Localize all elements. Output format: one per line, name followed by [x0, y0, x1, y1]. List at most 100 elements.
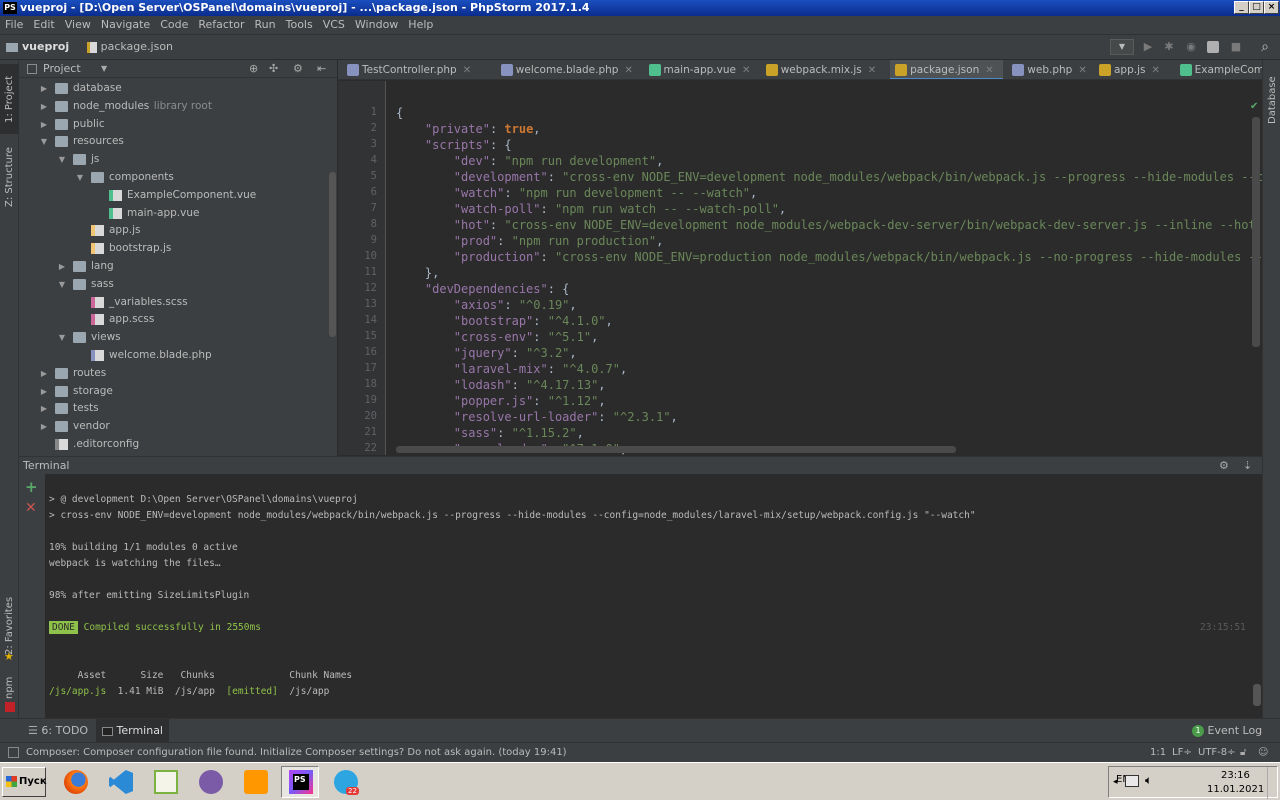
caret-position[interactable]: 1:1 [1150, 743, 1166, 762]
minimize-button[interactable]: _ [1234, 1, 1249, 14]
line-separator[interactable]: LF÷ [1172, 743, 1192, 762]
tree-item[interactable]: ▶ vendor [19, 418, 329, 436]
tree-item[interactable]: main-app.vue [19, 205, 329, 223]
event-log-tool-tab[interactable]: 1 Event Log [1192, 719, 1262, 743]
collapsed-arrow-icon[interactable]: ▶ [39, 116, 49, 134]
terminal-output[interactable]: > @ development D:\Open Server\OSPanel\d… [45, 474, 1262, 718]
status-message[interactable]: Composer: Composer configuration file fo… [26, 743, 567, 762]
close-tab-icon[interactable]: ✕ [985, 65, 993, 76]
tree-item[interactable]: ▼ js [19, 151, 329, 169]
hide-terminal-icon[interactable]: ⇣ [1243, 457, 1252, 474]
menu-edit[interactable]: Edit [28, 16, 59, 34]
tree-item[interactable]: .editorconfig [19, 436, 329, 454]
tree-item[interactable]: ▼ components [19, 169, 329, 187]
close-tab-icon[interactable]: ✕ [1152, 65, 1160, 76]
npm-tool-tab[interactable]: npm [0, 674, 19, 702]
menu-file[interactable]: File [0, 16, 28, 34]
new-session-icon[interactable]: + [25, 478, 38, 496]
toggle-tool-windows-icon[interactable] [8, 747, 19, 758]
editor-tab[interactable]: app.js ✕ [1094, 60, 1171, 79]
tree-item[interactable]: ▼ views [19, 329, 329, 347]
clock-time[interactable]: 23:16 [1221, 770, 1250, 781]
tree-item[interactable]: ▼ resources [19, 133, 329, 151]
todo-tool-tab[interactable]: ☰ 6: TODO [28, 719, 88, 743]
structure-tool-tab[interactable]: Z: Structure [0, 144, 19, 210]
debug-icon[interactable]: ✱ [1162, 40, 1176, 54]
show-desktop-button[interactable] [1267, 767, 1277, 799]
editor-tab[interactable]: main-app.vue ✕ [644, 60, 757, 79]
editor-tab[interactable]: webpack.mix.js ✕ [761, 60, 886, 79]
collapsed-arrow-icon[interactable]: ▶ [39, 80, 49, 98]
editor-tab[interactable]: web.php ✕ [1007, 60, 1090, 79]
editor-tab[interactable]: package.json ✕ [890, 60, 1004, 79]
tree-item[interactable]: app.scss [19, 311, 329, 329]
volume-icon[interactable]: 🔈︎ [1145, 773, 1152, 788]
tree-item[interactable]: ▶ routes [19, 365, 329, 383]
collapsed-arrow-icon[interactable]: ▶ [39, 383, 49, 401]
tree-item[interactable]: ▶ lang [19, 258, 329, 276]
menu-window[interactable]: Window [350, 16, 403, 34]
taskbar-firefox[interactable] [56, 766, 94, 798]
tree-item[interactable]: ▶ node_modules library root [19, 98, 329, 116]
run-icon[interactable]: ▶ [1141, 40, 1155, 54]
project-tool-tab[interactable]: 1: Project [0, 64, 19, 134]
maximize-button[interactable]: □ [1249, 1, 1264, 14]
code-editor[interactable]: 1 2 3 4 5 6 7 8 9 10 11 12 13 14 15 16 17 18 19 20 21 22 { "p… [338, 81, 1262, 455]
editor-vertical-scrollbar[interactable] [1252, 117, 1260, 347]
breadcrumb-project[interactable]: vueproj [6, 35, 69, 59]
collapse-all-icon[interactable]: ✣ [269, 60, 278, 78]
close-tab-icon[interactable]: ✕ [624, 65, 632, 76]
tree-item[interactable]: _variables.scss [19, 294, 329, 312]
tree-item[interactable]: ExampleComponent.vue [19, 187, 329, 205]
taskbar-openserver[interactable] [191, 766, 229, 798]
menu-code[interactable]: Code [155, 16, 193, 34]
php-listen-icon[interactable] [1207, 41, 1219, 53]
close-tab-icon[interactable]: ✕ [868, 65, 876, 76]
close-session-icon[interactable]: ✕ [25, 500, 37, 516]
editor-tab[interactable]: welcome.blade.php ✕ [496, 60, 640, 79]
menu-view[interactable]: View [60, 16, 96, 34]
tree-item[interactable]: ▶ database [19, 80, 329, 98]
menu-navigate[interactable]: Navigate [96, 16, 155, 34]
collapsed-arrow-icon[interactable]: ▶ [57, 258, 67, 276]
expanded-arrow-icon[interactable]: ▼ [39, 133, 49, 151]
collapsed-arrow-icon[interactable]: ▶ [39, 400, 49, 418]
gear-icon[interactable]: ⚙ [293, 60, 303, 78]
close-tab-icon[interactable]: ✕ [742, 65, 750, 76]
taskbar-telegram[interactable]: 22 [326, 766, 364, 798]
network-icon[interactable] [1125, 775, 1139, 787]
tree-item[interactable]: bootstrap.js [19, 240, 329, 258]
stop-icon[interactable]: ■ [1229, 40, 1243, 54]
expanded-arrow-icon[interactable]: ▼ [75, 169, 85, 187]
tree-item[interactable]: ▶ storage [19, 383, 329, 401]
expanded-arrow-icon[interactable]: ▼ [57, 276, 67, 294]
breadcrumb-file[interactable]: package.json [86, 35, 173, 59]
tray-expand-icon[interactable]: ◂ [1113, 777, 1118, 787]
close-window-button[interactable]: × [1264, 1, 1279, 14]
chevron-down-icon[interactable]: ▼ [101, 60, 107, 78]
collapsed-arrow-icon[interactable]: ▶ [39, 365, 49, 383]
taskbar-phpstorm[interactable]: PS [281, 766, 319, 798]
terminal-scrollbar[interactable] [1253, 684, 1261, 706]
taskbar-sublime[interactable] [236, 766, 274, 798]
inspector-icon[interactable]: ☺ [1258, 743, 1268, 762]
run-config-dropdown[interactable]: ▼ [1110, 39, 1134, 55]
expanded-arrow-icon[interactable]: ▼ [57, 329, 67, 347]
editor-tab[interactable]: TestController.php ✕ [342, 60, 492, 79]
coverage-icon[interactable]: ◉ [1184, 40, 1198, 54]
project-scrollbar[interactable] [329, 172, 336, 337]
search-everywhere-icon[interactable]: ⌕ [1258, 40, 1272, 54]
project-view-label[interactable]: Project [43, 60, 81, 78]
file-encoding[interactable]: UTF-8÷ [1198, 743, 1236, 762]
menu-help[interactable]: Help [403, 16, 438, 34]
tree-item[interactable]: ▶ public [19, 116, 329, 134]
taskbar-vscode[interactable] [101, 766, 139, 798]
scroll-from-source-icon[interactable]: ⊕ [249, 60, 258, 78]
menu-refactor[interactable]: Refactor [193, 16, 249, 34]
terminal-tool-tab[interactable]: Terminal [96, 719, 169, 743]
menu-tools[interactable]: Tools [281, 16, 318, 34]
close-tab-icon[interactable]: ✕ [1078, 65, 1086, 76]
menu-run[interactable]: Run [250, 16, 281, 34]
expanded-arrow-icon[interactable]: ▼ [57, 151, 67, 169]
menu-vcs[interactable]: VCS [318, 16, 350, 34]
